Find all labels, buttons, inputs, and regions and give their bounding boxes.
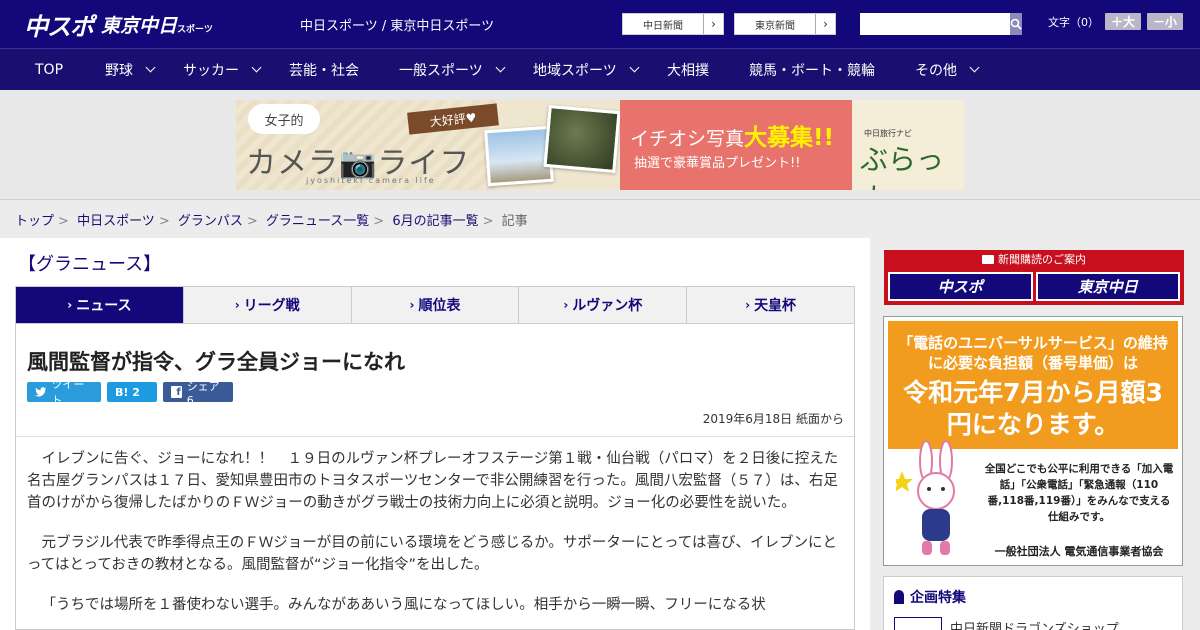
chevron-right-icon: ›: [815, 14, 835, 34]
subscribe-chuspo-button[interactable]: 中スポ: [888, 272, 1033, 301]
banner-bubble: 女子的: [248, 104, 320, 134]
nav-keiba[interactable]: 競馬・ボート・競輪: [749, 60, 875, 80]
article-paragraph: イレブンに告ぐ、ジョーになれ！！ １９日のルヴァン杯プレーオフステージ第１戦・仙…: [27, 451, 839, 511]
nav-sumo[interactable]: 大相撲: [667, 60, 709, 80]
ad-organization: 一般社団法人 電気通信事業者協会: [994, 545, 1164, 558]
site-logo[interactable]: 中スポ 東京中日スポーツ: [24, 8, 213, 41]
tokyo-shimbun-link[interactable]: 東京新聞 ›: [734, 13, 836, 35]
chunichi-shimbun-link[interactable]: 中日新聞 ›: [622, 13, 724, 35]
tab-standings[interactable]: › 順位表: [352, 287, 520, 323]
logo-sub: 東京中日スポーツ: [101, 14, 213, 37]
search-input[interactable]: [860, 13, 1010, 35]
banner-promo: イチオシ写真大募集!! 抽選で豪華賞品プレゼント!!: [620, 100, 852, 190]
bunny-mascot-icon: [896, 441, 955, 555]
feature-title: 企画特集: [910, 590, 966, 606]
banner-photos: [484, 104, 626, 187]
nav-other[interactable]: その他: [915, 60, 980, 80]
chevron-right-icon: ›: [703, 14, 723, 34]
ad-big-text: 令和元年7月から月額3円になります。: [903, 378, 1163, 439]
banner-brand: 中日旅行ナビ ぶらっ人: [852, 100, 964, 190]
share-buttons: ツイート B! 2 f シェア 6: [27, 378, 233, 407]
camera-life-banner[interactable]: 女子的 カメラ📷ライフ jyoshiteki camera life 大好評♥ …: [236, 100, 964, 190]
tab-league[interactable]: › リーグ戦: [184, 287, 352, 323]
ad-headline: 「電話のユニバーサルサービス」の維持に必要な負担額（番号単価）は: [898, 334, 1168, 372]
chevron-down-icon: [969, 62, 980, 73]
feature-thumb: [894, 617, 942, 630]
ribbon-icon: [894, 590, 904, 604]
nav-top[interactable]: TOP: [35, 62, 63, 78]
article-paragraph: 元ブラジル代表で昨季得点王のＦＷジョーが目の前にいる環境をどう感じるか。サポータ…: [27, 535, 837, 573]
search-box: [860, 13, 1022, 35]
font-smaller-button[interactable]: －小: [1147, 13, 1184, 30]
main-content: 【グラニュース】 › ニュース › リーグ戦 › 順位表 › ルヴァン杯 › 天皇杯 風間…: [0, 238, 870, 630]
tab-levain-cup[interactable]: › ルヴァン杯: [519, 287, 688, 323]
chevron-down-icon: [495, 62, 506, 73]
chevron-down-icon: [251, 62, 262, 73]
article-headline: 風間監督が指令、グラ全員ジョーになれ: [27, 350, 405, 374]
article: 風間監督が指令、グラ全員ジョーになれ ツイート B! 2 f シェア 6 201…: [15, 324, 855, 630]
font-size-label: 文字（0）: [1048, 15, 1099, 29]
ad-description: 全国どこでも公平に利用できる「加入電話」「公衆電話」「緊急通報（110番,118…: [984, 463, 1174, 523]
article-body: イレブンに告ぐ、ジョーになれ！！ １９日のルヴァン杯プレーオフステージ第１戦・仙…: [27, 448, 845, 630]
breadcrumb-news-list[interactable]: グラニュース一覧: [266, 214, 369, 229]
breadcrumb-chunichi-sports[interactable]: 中日スポーツ: [77, 214, 155, 229]
nav-general-sports[interactable]: 一般スポーツ: [399, 60, 506, 80]
banner-area: 女子的 カメラ📷ライフ jyoshiteki camera life 大好評♥ …: [0, 90, 1200, 200]
section-title: 【グラニュース】: [18, 254, 162, 275]
article-date: 2019年6月18日 紙面から: [702, 412, 844, 426]
breadcrumb-top[interactable]: トップ: [15, 214, 54, 229]
search-icon: [1010, 18, 1022, 30]
hatena-bookmark-button[interactable]: B! 2: [107, 382, 157, 402]
top-header: 中スポ 東京中日スポーツ 中日スポーツ / 東京中日スポーツ 中日新聞 › 東京新…: [0, 0, 1200, 48]
banner-romaji: jyoshiteki camera life: [306, 176, 436, 185]
site-names[interactable]: 中日スポーツ / 東京中日スポーツ: [300, 15, 494, 34]
font-size-control: 文字（0） ＋大 －小: [1048, 13, 1184, 30]
tab-emperors-cup[interactable]: › 天皇杯: [687, 287, 854, 323]
chevron-right-icon: ›: [563, 298, 569, 312]
nav-entertainment[interactable]: 芸能・社会: [289, 60, 359, 80]
subscribe-tokyo-chunichi-button[interactable]: 東京中日: [1035, 272, 1180, 301]
font-larger-button[interactable]: ＋大: [1105, 13, 1142, 30]
feature-item[interactable]: 中日新聞ドラゴンズショップ: [894, 617, 1119, 630]
nav-baseball[interactable]: 野球: [105, 60, 156, 80]
chevron-right-icon: ›: [745, 298, 751, 312]
newspaper-icon: [982, 254, 994, 264]
breadcrumb: トップ > 中日スポーツ > グランパス > グラニュース一覧 > 6月の記事一覧 > 記…: [15, 214, 528, 229]
breadcrumb-grampus[interactable]: グランパス: [178, 214, 243, 229]
article-paragraph: 「うちでは場所を１番使わない選手。みんながああいう風になってほしい。相手から一瞬…: [41, 597, 766, 613]
breadcrumb-current: 記事: [501, 214, 528, 229]
twitter-icon: [35, 387, 47, 397]
nav-local-sports[interactable]: 地域スポーツ: [533, 60, 640, 80]
tab-news[interactable]: › ニュース: [16, 287, 184, 323]
facebook-share-button[interactable]: f シェア 6: [163, 380, 233, 407]
facebook-icon: f: [171, 386, 182, 398]
chevron-right-icon: ›: [409, 298, 415, 312]
logo-main: 中スポ: [24, 12, 94, 41]
nav-soccer[interactable]: サッカー: [183, 60, 262, 80]
search-button[interactable]: [1010, 13, 1022, 35]
main-nav: TOP 野球 サッカー 芸能・社会 一般スポーツ 地域スポーツ 大相撲 競馬・ボ…: [0, 48, 1200, 90]
chevron-right-icon: ›: [67, 298, 73, 312]
chevron-down-icon: [145, 62, 156, 73]
feature-box: 企画特集 中日新聞ドラゴンズショップ: [883, 576, 1183, 630]
news-tabs: › ニュース › リーグ戦 › 順位表 › ルヴァン杯 › 天皇杯: [15, 286, 855, 324]
chevron-down-icon: [629, 62, 640, 73]
tweet-button[interactable]: ツイート: [27, 378, 101, 407]
breadcrumb-june-list[interactable]: 6月の記事一覧: [392, 214, 478, 229]
chevron-right-icon: ›: [234, 298, 240, 312]
subscription-box: 新聞購読のご案内 中スポ 東京中日: [884, 250, 1184, 305]
universal-service-ad[interactable]: 「電話のユニバーサルサービス」の維持に必要な負担額（番号単価）は 令和元年7月か…: [883, 316, 1183, 566]
